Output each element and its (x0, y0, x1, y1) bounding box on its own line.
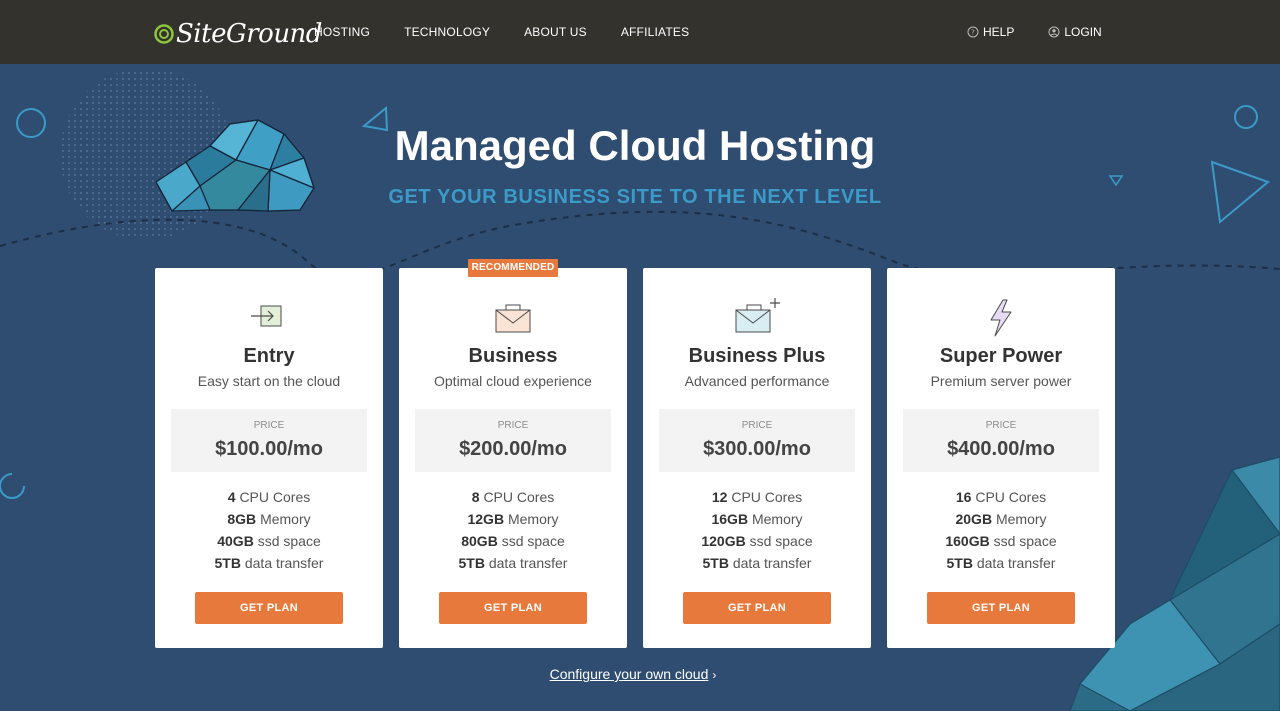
logo-text: SiteGround (176, 19, 322, 49)
get-plan-button-business[interactable]: GET PLAN (439, 592, 587, 624)
configure-cloud-section: Configure your own cloud › (0, 666, 1266, 682)
feature-ssd: 80GB ssd space (461, 533, 565, 549)
logo-swirl-icon (154, 24, 174, 44)
price-box: PRICE $200.00/mo (415, 409, 611, 472)
price-value: $100.00/mo (215, 438, 323, 460)
feature-memory: 16GB Memory (711, 511, 803, 527)
login-label: LOGIN (1064, 25, 1102, 39)
lightning-icon (990, 299, 1012, 337)
price-box: PRICE $300.00/mo (659, 409, 855, 472)
plan-features: 12 CPU Cores 16GB Memory 120GB ssd space… (643, 489, 871, 577)
plan-card-business: Business Optimal cloud experience PRICE … (399, 268, 627, 648)
main-nav: HOSTING TECHNOLOGY ABOUT US AFFILIATES (314, 0, 723, 64)
feature-memory: 8GB Memory (227, 511, 311, 527)
utility-nav: ? HELP LOGIN (967, 0, 1136, 64)
feature-ssd: 120GB ssd space (701, 533, 813, 549)
plan-name: Business Plus (688, 345, 826, 367)
price-label: PRICE (497, 420, 529, 431)
feature-memory: 20GB Memory (955, 511, 1047, 527)
plan-description: Premium server power (930, 373, 1072, 389)
feature-cpu: 16 CPU Cores (955, 489, 1047, 505)
plan-card-business-plus: Business Plus Advanced performance PRICE… (643, 268, 871, 648)
recommended-badge: RECOMMENDED (468, 259, 558, 277)
enter-icon (251, 305, 282, 327)
price-label: PRICE (253, 420, 285, 431)
get-plan-button-entry[interactable]: GET PLAN (195, 592, 343, 624)
help-link[interactable]: ? HELP (967, 25, 1014, 39)
plan-description: Advanced performance (684, 373, 830, 389)
nav-hosting[interactable]: HOSTING (314, 25, 370, 39)
question-icon: ? (967, 26, 979, 38)
hero-title: Managed Cloud Hosting (394, 122, 876, 169)
plan-card-entry: Entry Easy start on the cloud PRICE $100… (155, 268, 383, 648)
plan-features: 4 CPU Cores 8GB Memory 40GB ssd space 5T… (155, 489, 383, 577)
user-icon (1048, 26, 1060, 38)
price-value: $300.00/mo (703, 438, 811, 460)
feature-cpu: 4 CPU Cores (227, 489, 311, 505)
login-link[interactable]: LOGIN (1048, 25, 1102, 39)
briefcase-plus-icon (735, 298, 780, 333)
feature-transfer: 5TB data transfer (458, 555, 568, 571)
feature-ssd: 40GB ssd space (217, 533, 321, 549)
price-label: PRICE (985, 420, 1017, 431)
plan-features: 16 CPU Cores 20GB Memory 160GB ssd space… (887, 489, 1115, 577)
feature-transfer: 5TB data transfer (702, 555, 812, 571)
help-label: HELP (983, 25, 1015, 39)
plan-features: 8 CPU Cores 12GB Memory 80GB ssd space 5… (399, 489, 627, 577)
plan-name: Business (468, 345, 558, 367)
price-label: PRICE (741, 420, 773, 431)
get-plan-button-super-power[interactable]: GET PLAN (927, 592, 1075, 624)
siteground-logo[interactable]: SiteGround (154, 19, 322, 49)
top-navigation-bar: SiteGround HOSTING TECHNOLOGY ABOUT US A… (0, 0, 1280, 64)
triangle-decoration-2 (1108, 175, 1124, 187)
feature-cpu: 12 CPU Cores (711, 489, 803, 505)
plan-name: Entry (243, 345, 295, 367)
feature-transfer: 5TB data transfer (214, 555, 324, 571)
briefcase-icon (495, 304, 531, 333)
plan-name: Super Power (939, 345, 1063, 367)
feature-ssd: 160GB ssd space (945, 533, 1057, 549)
arc-decoration-left (0, 473, 25, 499)
feature-cpu: 8 CPU Cores (471, 489, 555, 505)
chevron-right-icon: › (712, 668, 717, 682)
nav-affiliates[interactable]: AFFILIATES (621, 25, 689, 39)
get-plan-button-business-plus[interactable]: GET PLAN (683, 592, 831, 624)
price-value: $400.00/mo (947, 438, 1055, 460)
feature-memory: 12GB Memory (467, 511, 559, 527)
plan-description: Optimal cloud experience (434, 373, 592, 389)
nav-about-us[interactable]: ABOUT US (524, 25, 587, 39)
configure-cloud-link[interactable]: Configure your own cloud (550, 666, 709, 682)
nav-technology[interactable]: TECHNOLOGY (404, 25, 490, 39)
price-box: PRICE $100.00/mo (171, 409, 367, 472)
plan-card-super-power: Super Power Premium server power PRICE $… (887, 268, 1115, 648)
hero-subtitle: GET YOUR BUSINESS SITE TO THE NEXT LEVEL (388, 186, 882, 208)
price-value: $200.00/mo (459, 438, 567, 460)
svg-text:?: ? (971, 29, 975, 37)
price-box: PRICE $400.00/mo (903, 409, 1099, 472)
feature-transfer: 5TB data transfer (946, 555, 1056, 571)
plan-description: Easy start on the cloud (197, 373, 341, 389)
